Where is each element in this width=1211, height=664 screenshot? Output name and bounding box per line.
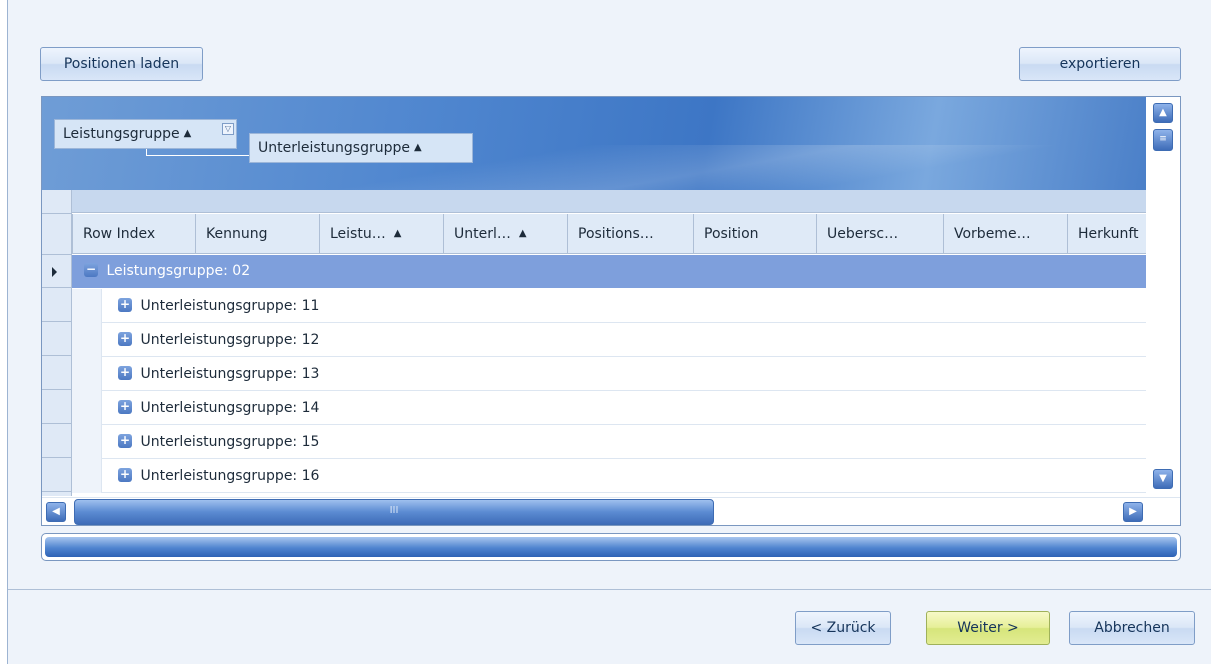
column-header-position[interactable]: Position	[693, 214, 816, 254]
row-indent	[72, 357, 102, 391]
group-by-panel: Leistungsgruppe ▲ ▽ Unterleistungsgruppe ▲	[42, 97, 1148, 190]
scroll-right-icon[interactable]: ▶	[1123, 502, 1143, 522]
group-row-unterleistungsgruppe[interactable]: + Unterleistungsgruppe: 12	[72, 323, 1148, 357]
data-grid: Leistungsgruppe ▲ ▽ Unterleistungsgruppe ▲…	[41, 96, 1181, 526]
group-chip-unterleistungsgruppe[interactable]: Unterleistungsgruppe ▲	[249, 133, 473, 163]
group-row-unterleistungsgruppe[interactable]: + Unterleistungsgruppe: 13	[72, 357, 1148, 391]
dialog-footer: < Zurück Weiter > Abbrechen	[8, 591, 1211, 664]
vertical-scrollbar[interactable]: ▲ ≡ ▼	[1146, 97, 1180, 497]
scroll-grip-icon: III	[389, 505, 399, 516]
group-row-unterleistungsgruppe[interactable]: + Unterleistungsgruppe: 15	[72, 425, 1148, 459]
group-chip-label: Unterleistungsgruppe	[258, 140, 410, 156]
column-header-unterleistungsgruppe[interactable]: Unterl… ▲	[443, 214, 567, 254]
column-header-kennung[interactable]: Kennung	[195, 214, 319, 254]
indicator-cell[interactable]	[42, 356, 72, 390]
group-row-label: Unterleistungsgruppe: 15	[140, 434, 320, 450]
row-indent	[72, 391, 102, 425]
back-button[interactable]: < Zurück	[795, 611, 891, 645]
column-header-ueberschrift[interactable]: Uebersc…	[816, 214, 943, 254]
sort-ascending-icon: ▲	[393, 228, 402, 239]
expand-icon[interactable]: +	[118, 400, 132, 414]
export-button[interactable]: exportieren	[1019, 47, 1181, 81]
horizontal-scrollbar[interactable]: ◀ III ▶	[42, 497, 1180, 525]
row-indent	[72, 459, 102, 493]
indicator-cell[interactable]	[42, 390, 72, 424]
group-row-label: Unterleistungsgruppe: 11	[140, 298, 320, 314]
expand-icon[interactable]: +	[118, 332, 132, 346]
column-header-vorbemerkung[interactable]: Vorbeme…	[943, 214, 1067, 254]
sort-ascending-icon: ▲	[518, 228, 527, 239]
progress-bar-fill	[45, 537, 1177, 557]
indicator-cell	[42, 214, 72, 255]
group-chip-label: Leistungsgruppe	[63, 126, 180, 142]
indicator-cell	[42, 190, 72, 214]
indicator-cell[interactable]	[42, 458, 72, 492]
sort-ascending-icon: ▲	[413, 142, 422, 153]
group-row-unterleistungsgruppe[interactable]: + Unterleistungsgruppe: 14	[72, 391, 1148, 425]
sort-ascending-icon: ▲	[183, 128, 192, 139]
column-header-herkunft[interactable]: Herkunft	[1067, 214, 1148, 254]
expand-icon[interactable]: +	[118, 468, 132, 482]
group-row-label: Leistungsgruppe: 02	[106, 263, 251, 279]
progress-bar	[41, 533, 1181, 561]
row-indicator-column	[42, 190, 72, 496]
load-positions-button[interactable]: Positionen laden	[40, 47, 203, 81]
filter-icon[interactable]: ▽	[222, 123, 234, 135]
row-indent	[72, 323, 102, 357]
next-button[interactable]: Weiter >	[926, 611, 1050, 645]
group-row-leistungsgruppe[interactable]: − Leistungsgruppe: 02	[72, 255, 1148, 288]
horizontal-scroll-thumb[interactable]: III	[74, 499, 714, 525]
filter-row[interactable]	[42, 190, 1148, 213]
expand-icon[interactable]: +	[118, 366, 132, 380]
row-indent	[72, 289, 102, 323]
group-row-label: Unterleistungsgruppe: 13	[140, 366, 320, 382]
collapse-icon[interactable]: −	[84, 263, 98, 277]
group-row-unterleistungsgruppe[interactable]: + Unterleistungsgruppe: 16	[72, 459, 1148, 493]
indicator-cell[interactable]	[42, 424, 72, 458]
cancel-button[interactable]: Abbrechen	[1069, 611, 1195, 645]
group-row-label: Unterleistungsgruppe: 14	[140, 400, 320, 416]
group-row-label: Unterleistungsgruppe: 16	[140, 468, 320, 484]
scroll-down-icon[interactable]: ▼	[1153, 469, 1173, 489]
column-header-row-index[interactable]: Row Index	[72, 214, 195, 254]
vertical-scroll-thumb[interactable]: ≡	[1153, 129, 1173, 151]
indicator-cell[interactable]	[42, 255, 72, 288]
indicator-cell[interactable]	[42, 322, 72, 356]
expand-icon[interactable]: +	[118, 298, 132, 312]
scroll-left-icon[interactable]: ◀	[46, 502, 66, 522]
row-indent	[72, 425, 102, 459]
column-header-positions[interactable]: Positions…	[567, 214, 693, 254]
column-header-leistungsgruppe[interactable]: Leistu… ▲	[319, 214, 443, 254]
group-row-unterleistungsgruppe[interactable]: + Unterleistungsgruppe: 11	[72, 289, 1148, 323]
expand-icon[interactable]: +	[118, 434, 132, 448]
scroll-up-icon[interactable]: ▲	[1153, 103, 1173, 123]
group-row-label: Unterleistungsgruppe: 12	[140, 332, 320, 348]
current-row-pointer-icon	[52, 267, 57, 277]
indicator-cell[interactable]	[42, 288, 72, 322]
window-left-border	[0, 0, 8, 664]
group-chip-leistungsgruppe[interactable]: Leistungsgruppe ▲ ▽	[54, 119, 237, 149]
column-header-row: Row Index Kennung Leistu… ▲ Unterl… ▲ Posi…	[42, 214, 1148, 254]
